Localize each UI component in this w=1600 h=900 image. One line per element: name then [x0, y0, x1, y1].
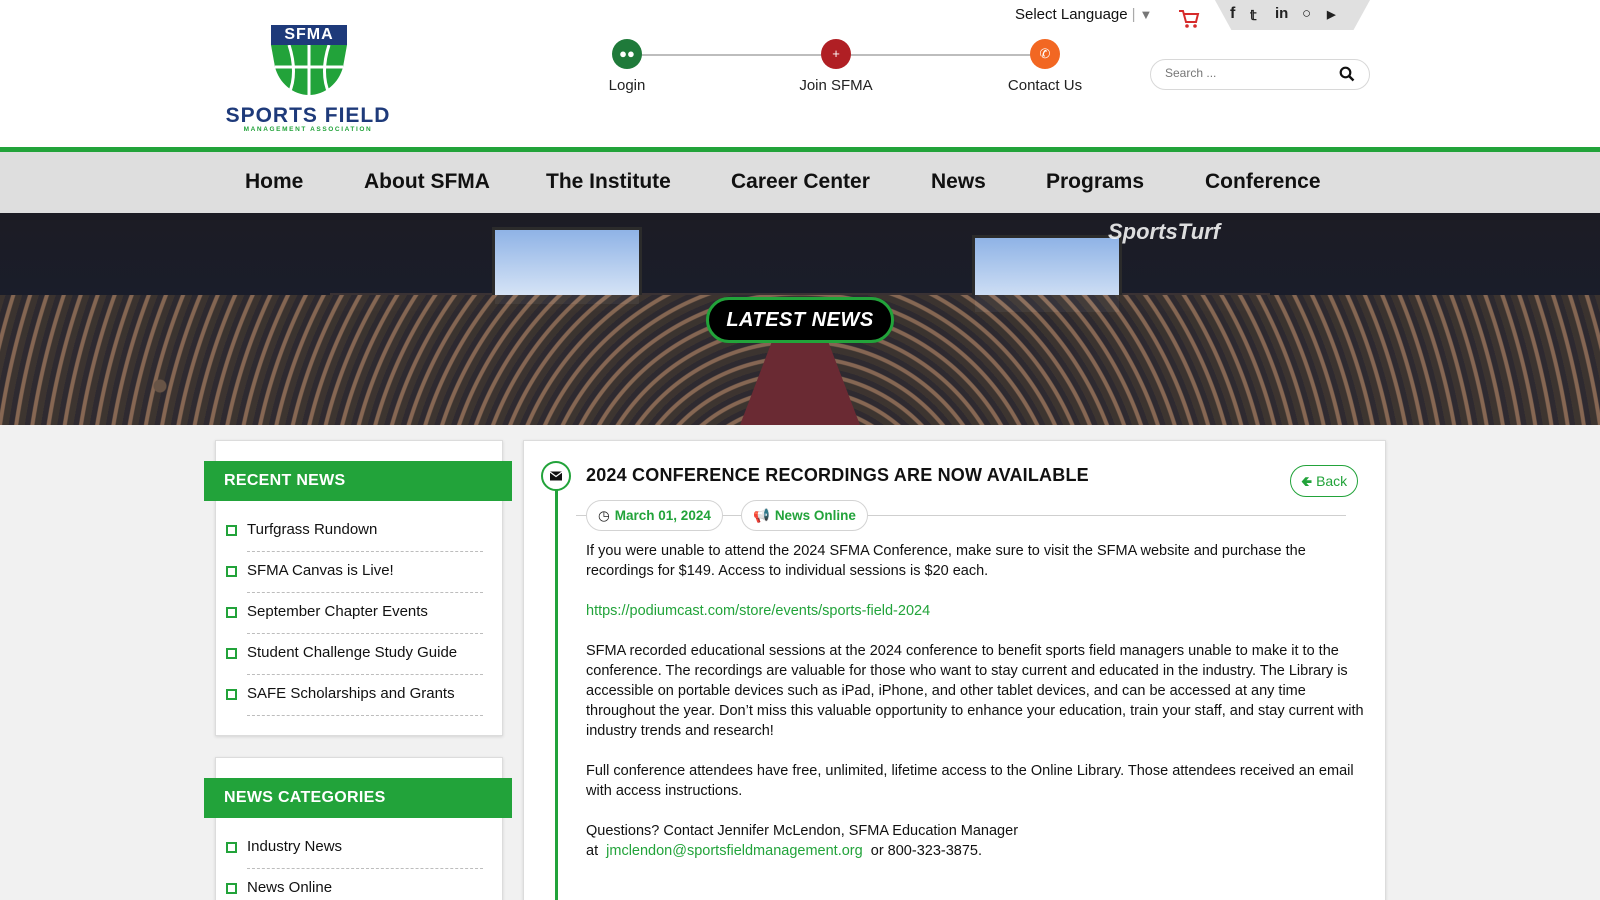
social-bar: f 𝕥 in ○ ▶: [1214, 0, 1370, 30]
date-badge: ◷ March 01, 2024: [586, 500, 723, 531]
news-categories-widget: NEWS CATEGORIES Industry News News Onlin…: [204, 757, 512, 900]
article-paragraph: SFMA recorded educational sessions at th…: [586, 643, 1364, 739]
back-button[interactable]: 🢀 Back: [1290, 465, 1358, 497]
list-item[interactable]: Industry News: [226, 828, 491, 869]
list-item[interactable]: September Chapter Events: [226, 593, 491, 634]
logo-subtitle: MANAGEMENT ASSOCIATION: [243, 126, 373, 133]
nav-home[interactable]: Home: [245, 170, 303, 194]
contact-line: Questions? Contact Jennifer McLendon, SF…: [586, 823, 1019, 839]
language-label: Select Language: [1015, 6, 1128, 23]
article-paragraph: Full conference attendees have free, unl…: [586, 763, 1354, 799]
contact-paragraph: Questions? Contact Jennifer McLendon, SF…: [586, 821, 1368, 861]
recent-news-link[interactable]: SFMA Canvas is Live!: [247, 562, 394, 579]
article-date: March 01, 2024: [614, 508, 711, 523]
contact-phone: or 800-323-3875.: [870, 843, 982, 859]
article-card: 2024 CONFERENCE RECORDINGS ARE NOW AVAIL…: [523, 440, 1386, 900]
sfma-logo[interactable]: SFMA SPORTS FIELD MANAGEMENT ASSOCIATION: [212, 22, 404, 134]
article-paragraph: If you were unable to attend the 2024 SF…: [586, 543, 1306, 579]
contact-us-link[interactable]: ✆ Contact Us: [965, 39, 1125, 94]
recent-news-heading: RECENT NEWS: [204, 461, 512, 501]
language-select[interactable]: Select Language | ▼: [1015, 6, 1152, 23]
logo-abbr: SFMA: [271, 25, 347, 45]
nav-about-sfma[interactable]: About SFMA: [364, 170, 490, 194]
recent-news-link[interactable]: Student Challenge Study Guide: [247, 644, 457, 661]
square-icon: [226, 525, 237, 536]
list-item[interactable]: SFMA Canvas is Live!: [226, 552, 491, 593]
list-item[interactable]: Turfgrass Rundown: [226, 511, 491, 552]
facebook-icon[interactable]: f: [1230, 5, 1235, 23]
recent-news-link[interactable]: SAFE Scholarships and Grants: [247, 685, 455, 702]
arrow-left-icon: 🢀: [1300, 473, 1313, 489]
site-header: SFMA SPORTS FIELD MANAGEMENT ASSOCIATION…: [0, 0, 1600, 148]
sportsturf-mark: SportsTurf: [1108, 219, 1221, 244]
square-icon: [226, 689, 237, 700]
list-item[interactable]: Student Challenge Study Guide: [226, 634, 491, 675]
square-icon: [226, 607, 237, 618]
hero-banner: SportsTurf LATEST NEWS: [0, 213, 1600, 425]
recent-news-link[interactable]: Turfgrass Rundown: [247, 521, 377, 538]
email-link[interactable]: jmclendon@sportsfieldmanagement.org: [606, 843, 863, 859]
clock-icon: ◷: [598, 508, 610, 523]
login-link[interactable]: ●● Login: [547, 39, 707, 94]
nav-news[interactable]: News: [931, 170, 986, 194]
list-item[interactable]: SAFE Scholarships and Grants: [226, 675, 491, 716]
nav-the-institute[interactable]: The Institute: [546, 170, 671, 194]
article-category: News Online: [774, 508, 856, 523]
ball-icon: [271, 45, 347, 95]
add-user-icon: +: [821, 39, 851, 69]
nav-conference[interactable]: Conference: [1205, 170, 1321, 194]
contact-line-2: at jmclendon@sportsfieldmanagement.org o…: [586, 841, 1368, 861]
square-icon: [226, 883, 237, 894]
bullhorn-icon: 📢: [753, 508, 770, 523]
main-nav: Home About SFMA The Institute Career Cen…: [0, 152, 1600, 213]
users-icon: ●●: [612, 39, 642, 69]
news-categories-heading: NEWS CATEGORIES: [204, 778, 512, 818]
search-box: [1150, 59, 1370, 90]
join-sfma-label: Join SFMA: [799, 77, 873, 94]
category-badge[interactable]: 📢 News Online: [741, 500, 868, 531]
category-link[interactable]: News Online: [247, 879, 332, 896]
chevron-down-icon: ▼: [1139, 7, 1153, 22]
envelope-badge: [541, 461, 571, 491]
logo-name: SPORTS FIELD: [225, 104, 391, 127]
article-title: 2024 CONFERENCE RECORDINGS ARE NOW AVAIL…: [586, 465, 1089, 485]
envelope-icon: [549, 471, 563, 481]
login-label: Login: [608, 77, 646, 94]
square-icon: [226, 842, 237, 853]
category-link[interactable]: Industry News: [247, 838, 342, 855]
list-item[interactable]: News Online: [226, 869, 491, 900]
latest-news-badge: LATEST NEWS: [706, 297, 894, 343]
recent-news-widget: RECENT NEWS Turfgrass Rundown SFMA Canva…: [204, 440, 512, 736]
nav-programs[interactable]: Programs: [1046, 170, 1144, 194]
twitter-icon[interactable]: 𝕥: [1250, 7, 1257, 24]
contact-at: at: [586, 843, 599, 859]
contact-us-label: Contact Us: [1007, 77, 1083, 94]
nav-career-center[interactable]: Career Center: [731, 170, 870, 194]
timeline-line: [555, 489, 558, 900]
youtube-icon[interactable]: ▶: [1327, 8, 1335, 21]
square-icon: [226, 648, 237, 659]
instagram-icon[interactable]: ○: [1302, 5, 1311, 22]
phone-icon: ✆: [1030, 39, 1060, 69]
cart-icon[interactable]: [1178, 7, 1200, 29]
recent-news-link[interactable]: September Chapter Events: [247, 603, 428, 620]
join-sfma-link[interactable]: + Join SFMA: [756, 39, 916, 94]
linkedin-icon[interactable]: in: [1275, 5, 1288, 22]
search-icon[interactable]: [1339, 66, 1355, 82]
search-input[interactable]: [1165, 66, 1325, 80]
divider: [247, 715, 483, 716]
language-separator: |: [1131, 6, 1136, 23]
square-icon: [226, 566, 237, 577]
back-label: Back: [1316, 473, 1348, 489]
recordings-link[interactable]: https://podiumcast.com/store/events/spor…: [586, 601, 1368, 621]
